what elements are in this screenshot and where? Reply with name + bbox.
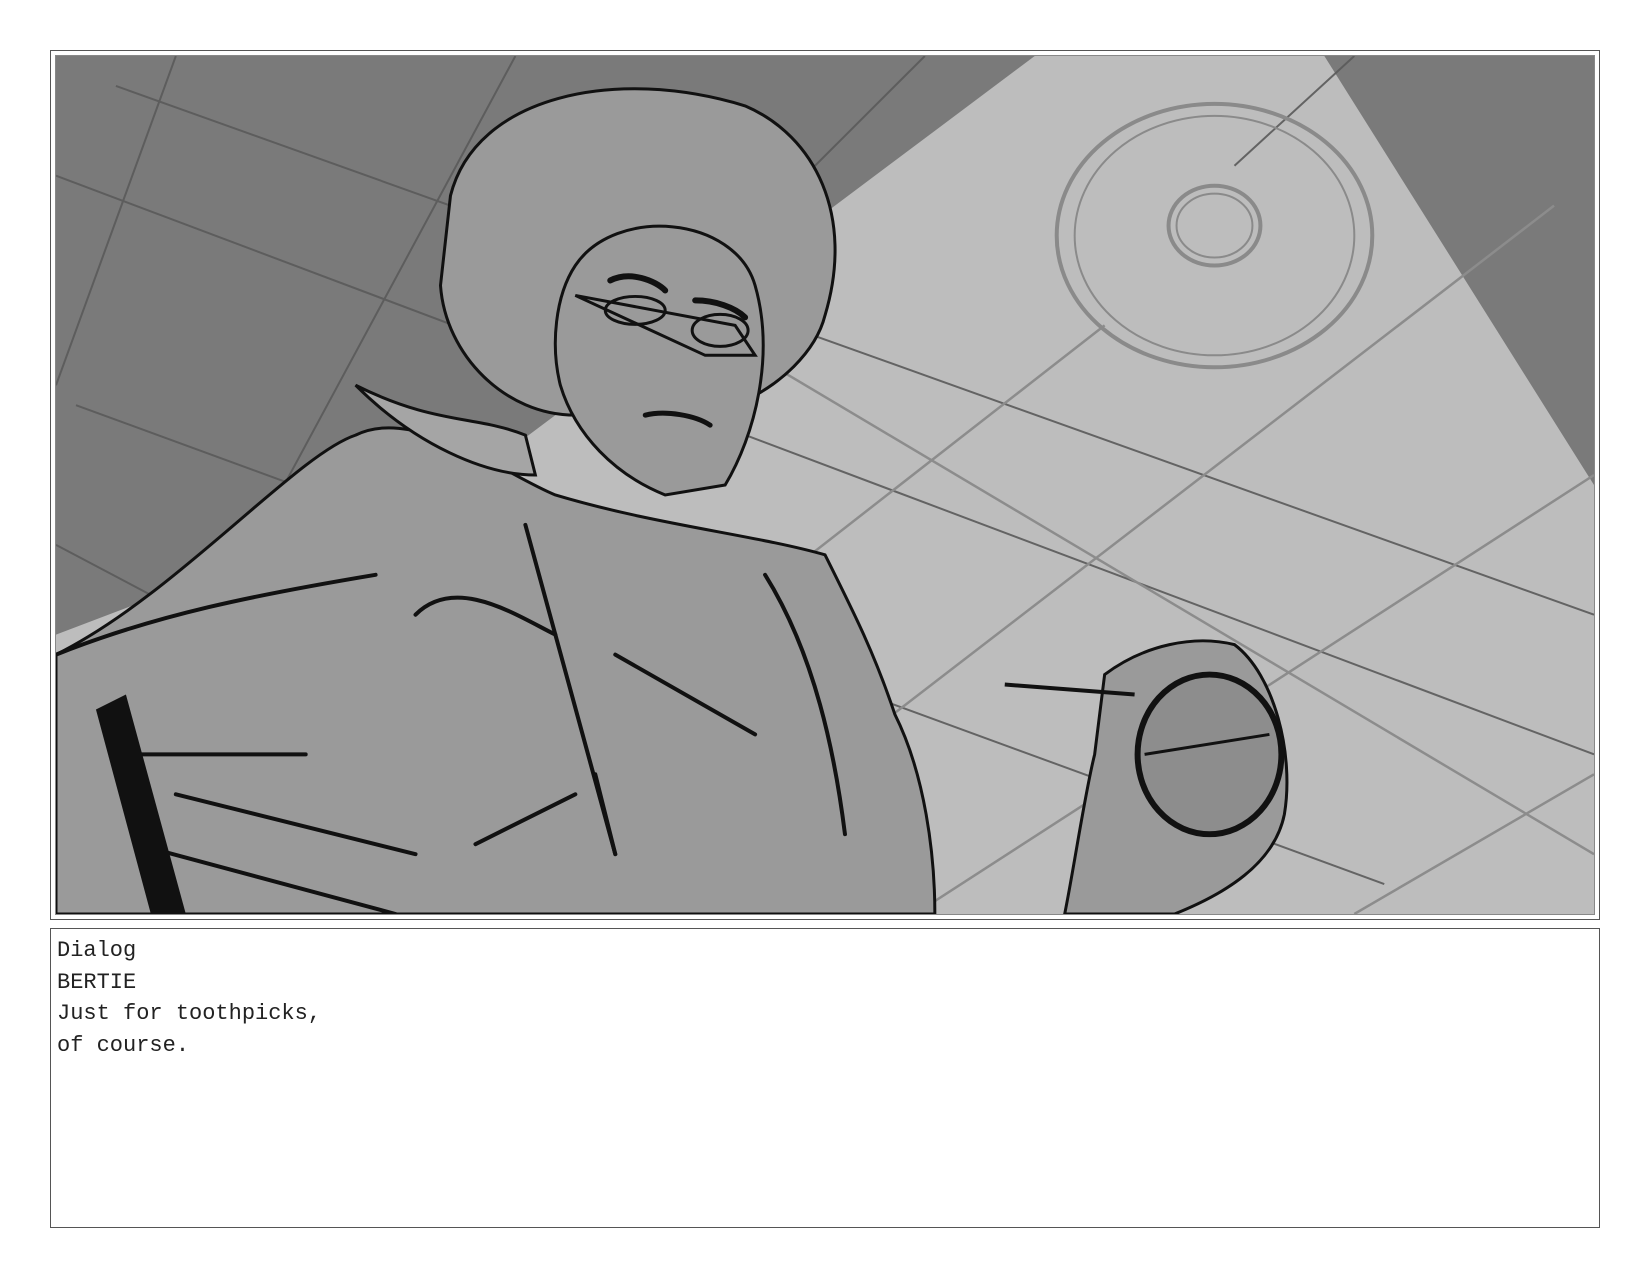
dialog-heading: Dialog: [57, 938, 137, 963]
toothpick-jar: [1134, 671, 1285, 838]
storyboard-sketch: [55, 55, 1595, 915]
dialog-line-2: of course.: [57, 1032, 190, 1058]
dialog-line-1: Just for toothpicks,: [57, 1001, 322, 1026]
storyboard-panel: [50, 50, 1600, 920]
dialog-box: Dialog BERTIE Just for toothpicks, of co…: [50, 928, 1600, 1228]
dialog-character: BERTIE: [57, 969, 137, 995]
